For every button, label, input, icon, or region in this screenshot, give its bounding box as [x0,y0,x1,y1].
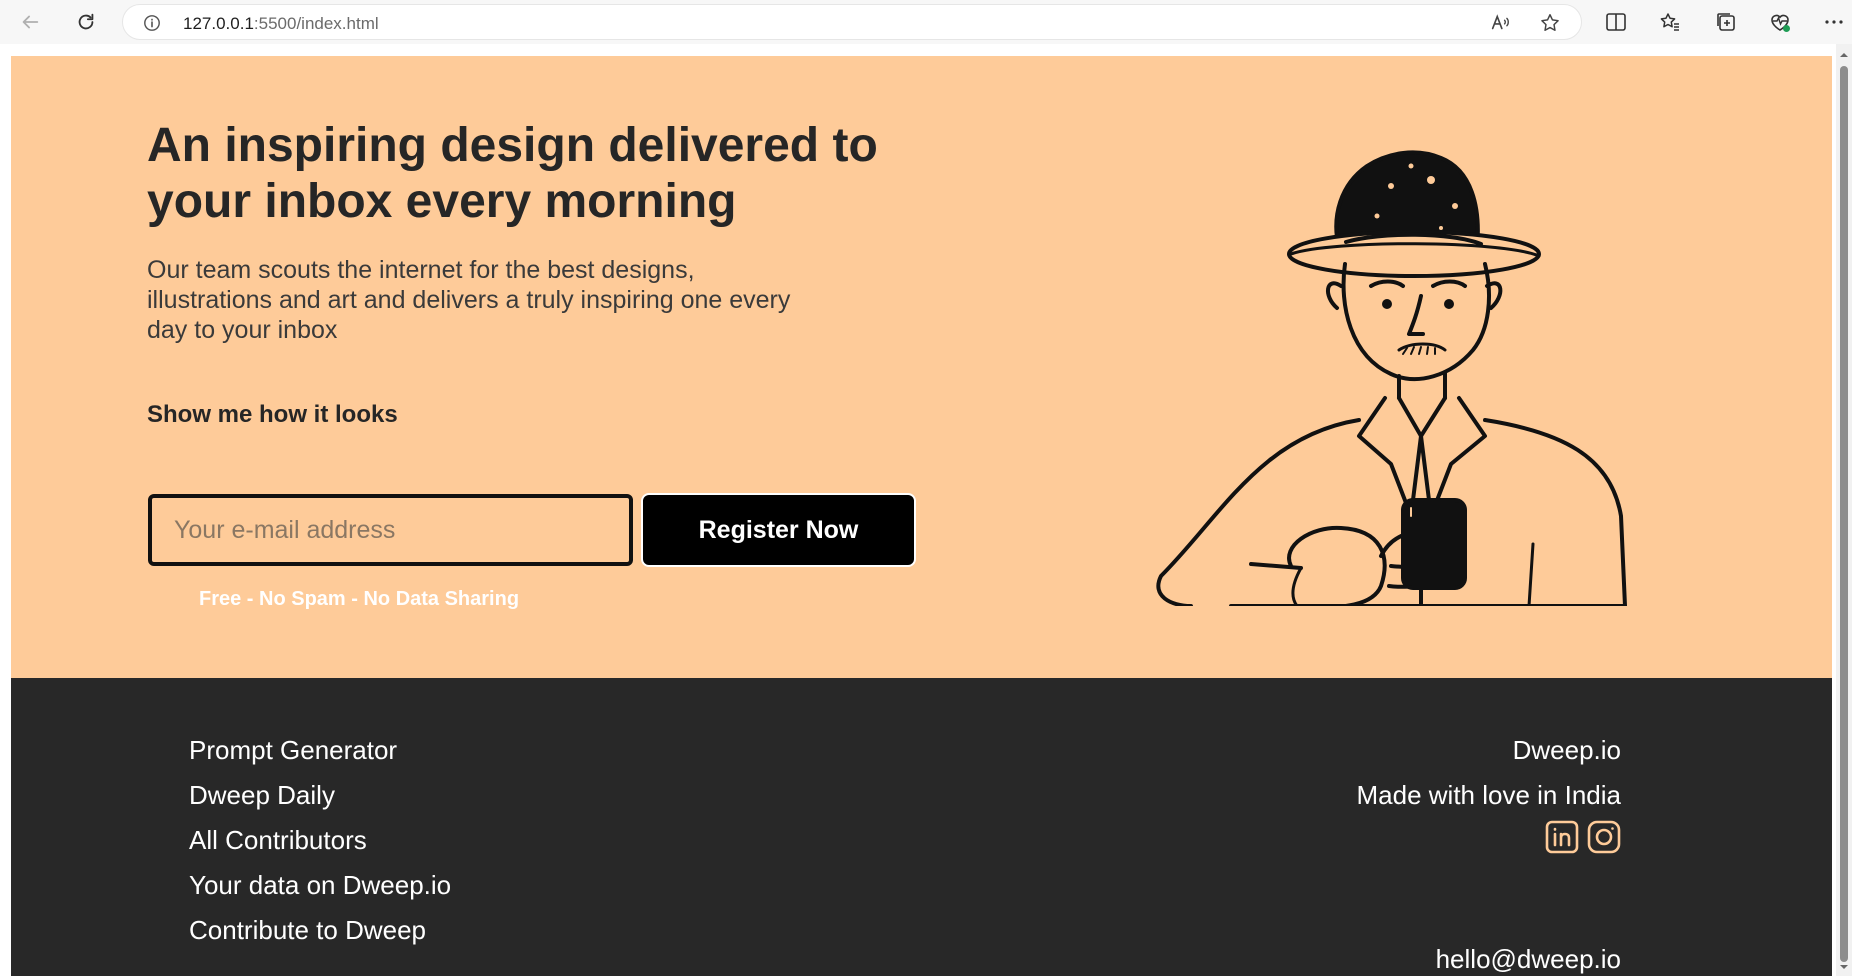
footer-link-dweep-daily[interactable]: Dweep Daily [189,773,451,818]
footer-link-contribute[interactable]: Contribute to Dweep [189,908,451,953]
browser-toolbar: 127.0.0.1:5500/index.html [0,0,1852,44]
footer-link-all-contributors[interactable]: All Contributors [189,818,451,863]
footer-link-your-data[interactable]: Your data on Dweep.io [189,863,451,908]
man-with-phone-illustration [1156,150,1627,606]
back-arrow-icon [22,15,39,29]
scrollbar-thumb[interactable] [1840,66,1848,962]
linkedin-icon[interactable] [1545,820,1579,854]
collections-icon[interactable] [1714,10,1738,34]
address-bar[interactable]: 127.0.0.1:5500/index.html [122,4,1582,40]
url-path: :5500/index.html [253,14,379,33]
refresh-icon [78,13,94,30]
hero-subtitle: Our team scouts the internet for the bes… [147,256,791,344]
favorite-star-icon[interactable] [1539,12,1561,34]
read-aloud-icon[interactable] [1489,12,1511,34]
footer-brand-block: Dweep.io Made with love in India [1357,728,1621,856]
favorites-icon[interactable] [1658,10,1682,34]
page-viewport: An inspiring design delivered to your in… [0,44,1852,976]
site-footer: Prompt Generator Dweep Daily All Contrib… [11,678,1832,976]
info-icon[interactable] [143,14,161,32]
hero-title: An inspiring design delivered to your in… [147,119,878,228]
hero-section: An inspiring design delivered to your in… [11,56,1832,678]
refresh-button[interactable] [72,8,100,36]
url-host: 127.0.0.1 [183,14,254,33]
footer-nav: Prompt Generator Dweep Daily All Contrib… [189,728,451,953]
social-links [1357,820,1621,856]
instagram-icon[interactable] [1587,820,1621,854]
back-button[interactable] [16,8,44,36]
no-spam-note: Free - No Spam - No Data Sharing [199,588,520,610]
footer-brand: Dweep.io [1512,735,1621,765]
browser-essentials-icon[interactable] [1768,10,1792,34]
url-text[interactable]: 127.0.0.1:5500/index.html [183,14,379,34]
split-screen-icon[interactable] [1604,10,1628,34]
footer-link-prompt-generator[interactable]: Prompt Generator [189,728,451,773]
more-menu-icon[interactable] [1822,10,1846,34]
footer-tagline: Made with love in India [1356,780,1621,810]
email-input[interactable] [148,494,633,566]
scroll-up-arrow-icon[interactable] [1839,50,1849,60]
footer-email-link[interactable]: hello@dweep.io [1436,944,1621,975]
show-me-link[interactable]: Show me how it looks [147,401,398,429]
page-scrollbar[interactable] [1836,44,1852,976]
register-button[interactable]: Register Now [641,493,916,567]
scroll-down-arrow-icon[interactable] [1839,962,1849,972]
